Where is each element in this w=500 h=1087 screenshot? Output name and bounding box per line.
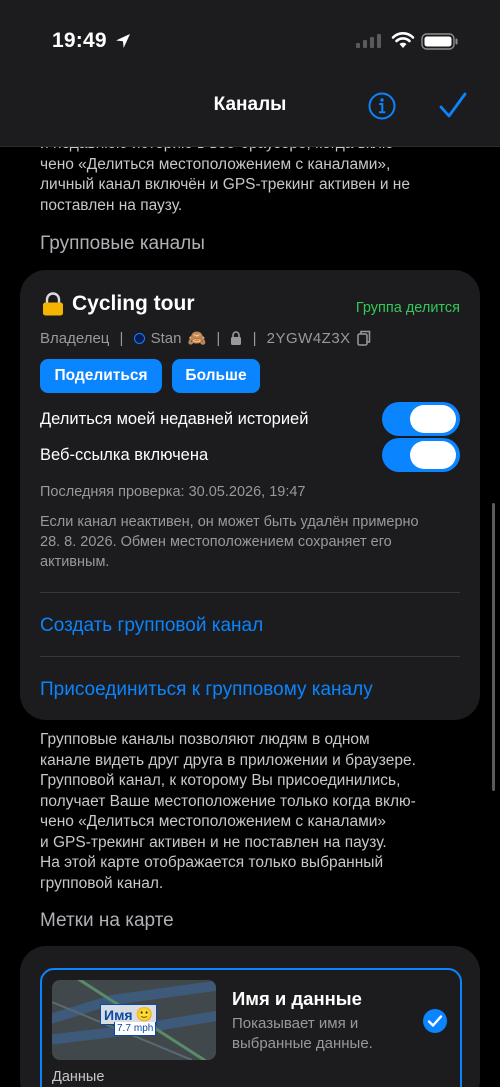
- location-arrow-icon: [116, 34, 130, 48]
- marker-option-title: Имя и данные: [232, 988, 362, 1009]
- marker-preview-data: 7.7 mph: [114, 1022, 157, 1036]
- scroll-content[interactable]: и недавнюю историю в веб-браузере, когда…: [0, 146, 500, 1087]
- marker-preview-emoji: 🙂: [135, 1006, 154, 1022]
- channel-code: 2YGW4Z3X: [266, 329, 351, 347]
- owner-emoji: 🙈: [187, 330, 207, 347]
- group-channels-description: Групповые каналы позволяют людям в одном…: [40, 731, 416, 892]
- page-title: Каналы: [213, 94, 287, 115]
- marker-preview-value: 7.7: [117, 1023, 131, 1034]
- share-history-label: Делиться моей недавней историей: [40, 409, 309, 428]
- intro-text: и недавнюю историю в веб-браузере, когда…: [40, 146, 410, 214]
- share-history-row: Делиться моей недавней историей: [40, 401, 460, 437]
- create-group-channel-link[interactable]: Создать групповой канал: [40, 615, 263, 637]
- join-group-channel-link[interactable]: Присоединиться к групповому каналу: [40, 679, 373, 701]
- marker-preview: Имя 🙂 7.7 mph: [52, 980, 216, 1060]
- done-checkmark-icon[interactable]: [438, 91, 468, 121]
- owner-name: Stan: [150, 329, 182, 347]
- weblink-row: Веб-ссылка включена: [40, 437, 460, 473]
- weblink-label: Веб-ссылка включена: [40, 445, 209, 464]
- share-status-badge: Группа делится: [355, 300, 460, 316]
- owner-label: Владелец: [40, 329, 110, 347]
- map-markers-card: Имя 🙂 7.7 mph Имя и данные Показывает им…: [20, 946, 480, 1087]
- marker-preview-unit: mph: [133, 1023, 154, 1034]
- channel-meta: Владелец | Stan 🙈 | | 2YGW4Z3X: [40, 329, 371, 347]
- marker-preview-name: Имя: [104, 1006, 133, 1023]
- info-circle-icon[interactable]: [367, 91, 397, 121]
- marker-option-name-data[interactable]: Имя 🙂 7.7 mph Имя и данные Показывает им…: [40, 968, 462, 1087]
- status-bar: 19:49: [0, 0, 500, 84]
- separator: |: [248, 329, 261, 347]
- status-time: 19:49: [52, 29, 107, 52]
- group-channel-card: Cycling tour Группа делится Владелец | S…: [20, 270, 480, 720]
- selected-check-icon: [423, 1009, 447, 1033]
- group-channels-header: Групповые каналы: [40, 233, 205, 254]
- divider: [40, 656, 460, 657]
- battery-icon: [421, 33, 458, 50]
- separator: |: [212, 329, 225, 347]
- scrollbar[interactable]: [492, 503, 495, 791]
- share-button[interactable]: Поделиться: [40, 359, 162, 393]
- marker-option-description: Показывает имя и выбранные данные.: [232, 1015, 373, 1052]
- more-button[interactable]: Больше: [172, 359, 260, 393]
- small-lock-icon: [231, 331, 242, 345]
- last-check-text: Последняя проверка: 30.05.2026, 19:47: [40, 484, 306, 500]
- cellular-signal-icon: [356, 34, 381, 48]
- separator: |: [115, 329, 128, 347]
- channel-name: Cycling tour: [72, 292, 195, 315]
- copy-icon[interactable]: [356, 330, 371, 346]
- weblink-toggle[interactable]: [382, 438, 460, 472]
- navigation-bar: Каналы: [0, 84, 500, 147]
- divider: [40, 592, 460, 593]
- share-history-toggle[interactable]: [382, 402, 460, 436]
- wifi-icon: [391, 32, 415, 48]
- map-markers-header: Метки на карте: [40, 910, 174, 931]
- owner-dot-icon: [133, 332, 145, 344]
- inactive-note: Если канал неактивен, он может быть удал…: [40, 514, 419, 570]
- lock-icon: [43, 292, 63, 316]
- channel-title: Cycling tour: [42, 292, 195, 316]
- marker-data-label: Данные: [52, 1069, 105, 1085]
